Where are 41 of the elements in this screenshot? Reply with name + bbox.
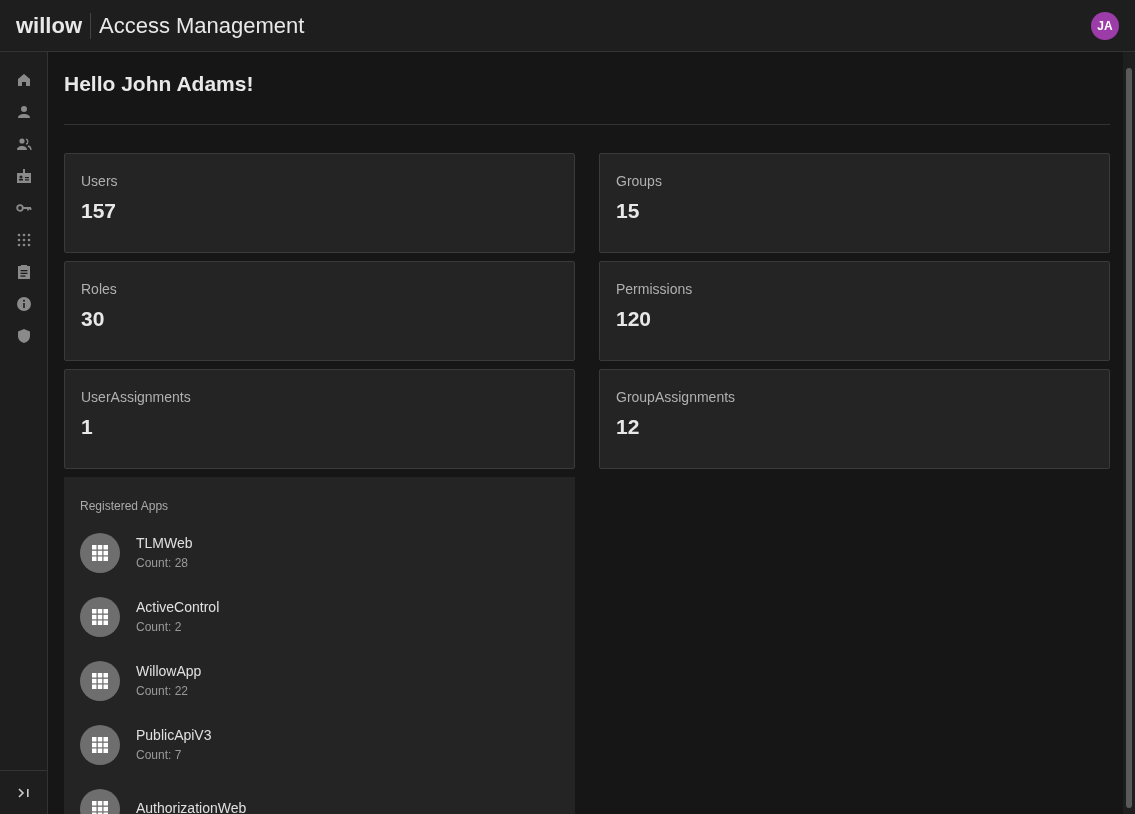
app-count: Count: 22 bbox=[136, 683, 190, 700]
stat-value: 15 bbox=[616, 197, 641, 224]
app-icon bbox=[80, 532, 120, 573]
stat-value: 1 bbox=[81, 413, 94, 440]
stat-label: Users bbox=[81, 171, 119, 191]
stat-value: 12 bbox=[616, 413, 641, 440]
clipboard-icon[interactable] bbox=[15, 264, 32, 280]
stat-label: UserAssignments bbox=[81, 387, 192, 407]
card-title: Registered Apps bbox=[80, 497, 170, 515]
app-name: PublicApiV3 bbox=[136, 726, 212, 745]
stat-value: 120 bbox=[616, 305, 653, 332]
grid-icon[interactable] bbox=[15, 232, 32, 248]
stat-value: 30 bbox=[81, 305, 106, 332]
stat-label: GroupAssignments bbox=[616, 387, 737, 407]
app-name: TLMWeb bbox=[136, 534, 193, 553]
app-icon bbox=[80, 660, 120, 701]
app-name: AuthorizationWeb bbox=[136, 799, 247, 814]
info-icon[interactable] bbox=[15, 296, 32, 312]
greeting: Hello John Adams! bbox=[64, 68, 1110, 125]
stat-label: Roles bbox=[81, 279, 118, 299]
stat-label: Groups bbox=[616, 171, 663, 191]
user-avatar[interactable]: JA bbox=[1091, 11, 1119, 40]
app-count: Count: 2 bbox=[136, 619, 183, 636]
stat-label: Permissions bbox=[616, 279, 694, 299]
app-name: ActiveControl bbox=[136, 598, 220, 617]
app-title: Access Management bbox=[98, 12, 305, 40]
scrollbar[interactable] bbox=[1123, 52, 1135, 814]
logo[interactable]: willow bbox=[16, 12, 91, 39]
scrollbar-thumb[interactable] bbox=[1126, 68, 1132, 808]
app-count: Count: 7 bbox=[136, 747, 183, 764]
person-icon[interactable] bbox=[15, 104, 32, 120]
home-icon[interactable] bbox=[15, 72, 32, 88]
people-icon[interactable] bbox=[15, 136, 32, 152]
badge-icon[interactable] bbox=[15, 168, 32, 184]
expand-sidebar-icon[interactable] bbox=[17, 787, 30, 798]
app-count: Count: 28 bbox=[136, 555, 190, 572]
stat-value: 157 bbox=[81, 197, 118, 224]
app-icon bbox=[80, 724, 120, 765]
app-icon bbox=[80, 596, 120, 637]
shield-icon[interactable] bbox=[15, 328, 32, 344]
app-name: WillowApp bbox=[136, 662, 202, 681]
